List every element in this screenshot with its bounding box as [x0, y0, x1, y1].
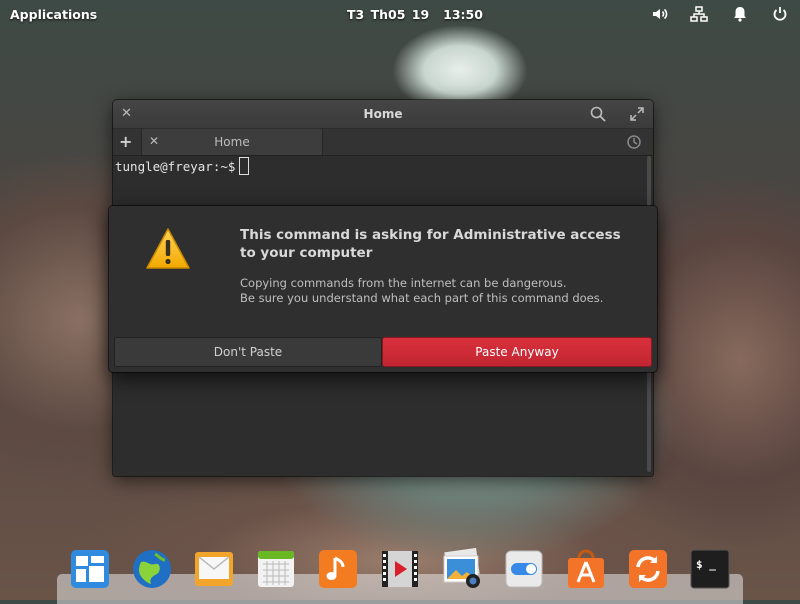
mail-icon[interactable] [193, 548, 235, 590]
tab-label: Home [214, 135, 250, 149]
updates-icon[interactable] [627, 548, 669, 590]
multitasking-view-icon[interactable] [69, 548, 111, 590]
web-browser-icon[interactable] [131, 548, 173, 590]
clock[interactable]: T3 Th05 19 13:50 [347, 7, 483, 22]
dialog-body-line: Copying commands from the internet can b… [240, 276, 567, 290]
maximize-icon[interactable] [628, 105, 646, 123]
terminal-icon-glyph: $ _ [696, 558, 716, 571]
music-icon[interactable] [317, 548, 359, 590]
dialog-body: Copying commands from the internet can b… [240, 276, 640, 306]
dont-paste-button[interactable]: Don't Paste [114, 337, 382, 367]
paste-warning-dialog: This command is asking for Administrativ… [109, 206, 657, 372]
shell-prompt: tungle@freyar:~$ [115, 159, 236, 174]
window-title: Home [363, 107, 403, 121]
warning-icon [145, 226, 191, 272]
network-icon[interactable] [689, 4, 709, 24]
applications-menu[interactable]: Applications [10, 7, 97, 22]
tab-home[interactable]: ✕ Home [141, 129, 323, 155]
volume-icon[interactable] [650, 4, 670, 24]
appcenter-icon[interactable] [565, 548, 607, 590]
paste-anyway-button[interactable]: Paste Anyway [382, 337, 652, 367]
settings-icon[interactable] [503, 548, 545, 590]
tab-bar: + ✕ Home [113, 129, 653, 156]
history-icon[interactable] [625, 133, 643, 151]
videos-icon[interactable] [379, 548, 421, 590]
top-panel: Applications T3 Th05 19 13:50 [0, 0, 800, 28]
terminal-icon[interactable]: $ _ [689, 548, 731, 590]
new-tab-button[interactable]: + [119, 132, 132, 151]
calendar-icon[interactable] [255, 548, 297, 590]
notifications-icon[interactable] [730, 4, 750, 24]
window-titlebar[interactable]: ✕ Home [113, 100, 653, 128]
search-icon[interactable] [589, 105, 607, 123]
clock-time: 13:50 [443, 7, 483, 22]
power-icon[interactable] [770, 4, 790, 24]
dialog-heading: This command is asking for Administrativ… [240, 227, 621, 261]
photos-icon[interactable] [441, 547, 483, 590]
dialog-body-line: Be sure you understand what each part of… [240, 291, 604, 305]
text-cursor [239, 157, 250, 175]
clock-date: T3 Th05 19 [347, 7, 430, 22]
